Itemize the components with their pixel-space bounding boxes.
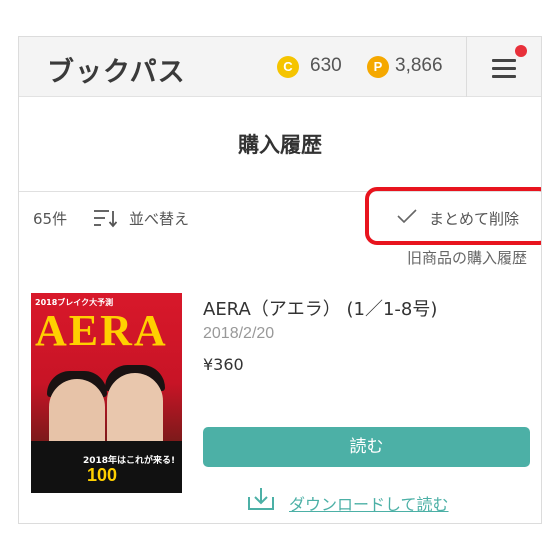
divider — [19, 191, 541, 192]
page-title: 購入履歴 — [238, 133, 322, 157]
cover-figure — [107, 373, 163, 449]
item-price: ¥360 — [203, 355, 244, 374]
check-icon — [397, 209, 417, 224]
notification-dot — [515, 45, 527, 57]
download-icon[interactable] — [247, 487, 275, 511]
cover-number: 100 — [87, 465, 118, 485]
app-frame: ブックパス C 630 P 3,866 購入履歴 65件 並べ替え まとめて削除 — [18, 36, 542, 524]
download-and-read-link[interactable]: ダウンロードして読む — [289, 491, 449, 515]
book-cover[interactable]: 2018ブレイク大予測 AERA 2018年はこれが来る! 100 — [31, 293, 182, 493]
menu-bar — [492, 67, 516, 70]
purchase-date: 2018/2/20 — [203, 325, 275, 342]
bulk-delete-label: まとめて削除 — [429, 210, 520, 228]
app-logo[interactable]: ブックパス — [47, 50, 186, 89]
purchase-count: 65件 — [33, 210, 68, 228]
hamburger-menu-icon[interactable] — [489, 53, 519, 83]
point-icon: P — [367, 56, 389, 78]
item-title[interactable]: AERA（アエラ） (1／1-8号) — [203, 295, 437, 321]
cover-figure — [49, 379, 105, 449]
cover-masthead: AERA — [35, 306, 168, 355]
menu-bar — [492, 75, 516, 78]
header-divider — [466, 37, 467, 97]
point-balance: 3,866 — [395, 55, 443, 76]
coin-icon: C — [277, 56, 299, 78]
read-button[interactable]: 読む — [203, 427, 530, 467]
old-purchase-history-link[interactable]: 旧商品の購入履歴 — [407, 247, 527, 268]
coin-balance: 630 — [310, 55, 342, 76]
app-header: ブックパス C 630 P 3,866 — [19, 37, 541, 97]
menu-bar — [492, 59, 516, 62]
sort-label: 並べ替え — [129, 210, 190, 228]
bulk-delete-button[interactable]: まとめて削除 — [393, 200, 533, 234]
sort-icon — [94, 210, 117, 228]
